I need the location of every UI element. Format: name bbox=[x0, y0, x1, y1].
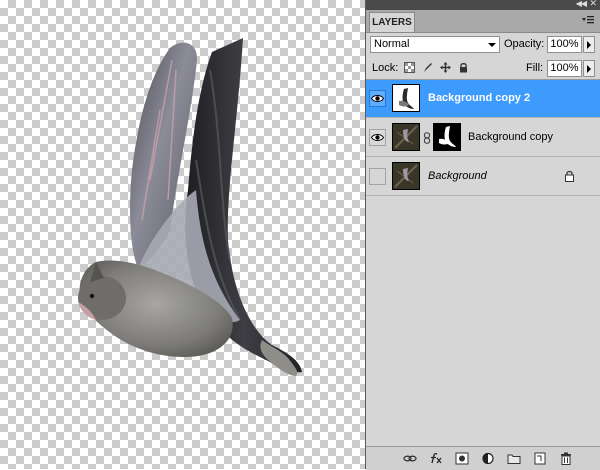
blend-mode-select[interactable]: Normal bbox=[370, 36, 500, 53]
new-layer-icon[interactable] bbox=[533, 452, 547, 465]
tab-layers[interactable]: LAYERS bbox=[369, 12, 415, 32]
layer-name: Background copy bbox=[468, 131, 553, 143]
layers-footer bbox=[366, 446, 600, 470]
visibility-toggle[interactable] bbox=[369, 90, 386, 107]
fill-slider-button[interactable] bbox=[583, 60, 595, 77]
layer-row-background[interactable]: Background bbox=[366, 158, 600, 196]
blend-opacity-row: Normal Opacity: 100% bbox=[366, 33, 600, 55]
layer-thumbnail bbox=[392, 162, 420, 190]
layer-row-background-copy-2[interactable]: Background copy 2 bbox=[366, 80, 600, 118]
lock-position-icon[interactable] bbox=[440, 62, 451, 73]
layers-panel: ◀◀ ✕ LAYERS Normal Opacity: 100% Lock: F… bbox=[365, 0, 600, 470]
lock-transparent-pixels-icon[interactable] bbox=[404, 62, 415, 73]
opacity-input[interactable]: 100% bbox=[547, 36, 582, 53]
lock-fill-row: Lock: Fill: 100% bbox=[366, 57, 600, 80]
trash-icon[interactable] bbox=[559, 452, 573, 465]
mask-link-icon[interactable] bbox=[423, 132, 431, 144]
fx-icon[interactable] bbox=[429, 452, 443, 465]
chevron-down-icon bbox=[488, 43, 496, 47]
visibility-toggle[interactable] bbox=[369, 129, 386, 146]
blend-mode-value: Normal bbox=[374, 38, 410, 50]
lock-icon bbox=[565, 170, 574, 182]
eye-icon bbox=[371, 95, 384, 102]
layer-thumbnail bbox=[392, 84, 420, 112]
layer-name: Background copy 2 bbox=[428, 92, 531, 104]
add-mask-icon[interactable] bbox=[455, 452, 469, 465]
lock-label: Lock: bbox=[372, 62, 399, 74]
lock-image-pixels-icon[interactable] bbox=[422, 62, 433, 73]
fill-input[interactable]: 100% bbox=[547, 60, 582, 77]
opacity-slider-button[interactable] bbox=[583, 36, 595, 53]
visibility-toggle[interactable] bbox=[369, 168, 386, 185]
new-group-icon[interactable] bbox=[507, 452, 521, 465]
document-canvas[interactable] bbox=[0, 0, 365, 469]
close-icon[interactable]: ✕ bbox=[589, 0, 597, 9]
layer-mask-thumbnail[interactable] bbox=[433, 123, 461, 151]
fill-label: Fill: bbox=[526, 62, 544, 74]
panel-menu-icon[interactable] bbox=[582, 14, 594, 26]
layer-list: Background copy 2 Background copy Backgr… bbox=[366, 80, 600, 448]
link-layers-icon[interactable] bbox=[403, 452, 417, 465]
layer-name: Background bbox=[428, 170, 487, 182]
panel-tab-row: LAYERS bbox=[366, 10, 600, 33]
collapse-icon[interactable]: ◀◀ bbox=[576, 0, 587, 8]
bat-image bbox=[78, 38, 302, 376]
layer-thumbnail bbox=[392, 123, 420, 151]
adjustment-layer-icon[interactable] bbox=[481, 452, 495, 465]
opacity-label: Opacity: bbox=[504, 38, 545, 50]
eye-icon bbox=[371, 134, 384, 141]
lock-all-icon[interactable] bbox=[458, 62, 469, 73]
panel-dock-bar: ◀◀ ✕ bbox=[366, 0, 600, 10]
layer-row-background-copy[interactable]: Background copy bbox=[366, 119, 600, 157]
